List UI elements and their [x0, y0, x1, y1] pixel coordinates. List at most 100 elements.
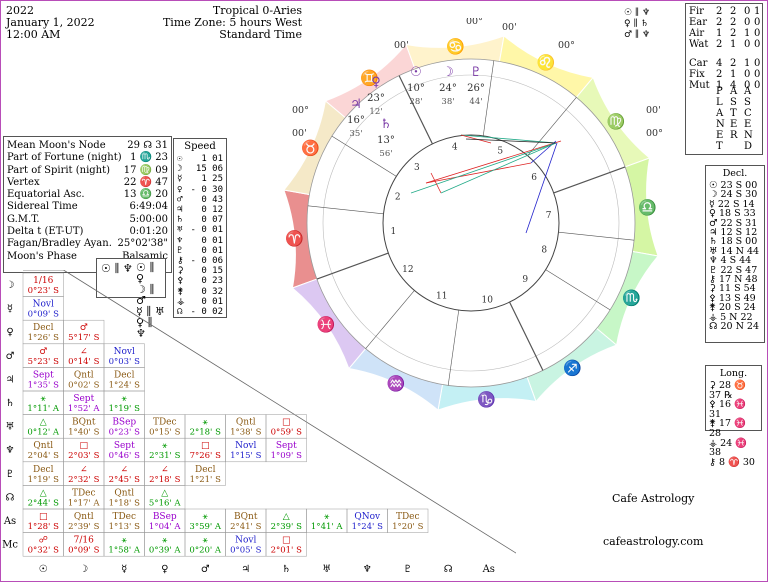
aspect-orb: 1°52' A — [68, 404, 101, 414]
grid-col-label: ♀ — [161, 564, 168, 575]
aspect-name: Novl — [235, 536, 256, 546]
house-number: 9 — [522, 275, 528, 285]
speed-row-value: 0 01 — [201, 245, 223, 256]
house-number: 5 — [497, 147, 503, 157]
element-count: 1 — [730, 69, 737, 80]
element-letter: N — [716, 119, 725, 130]
grid-diagonal — [23, 270, 516, 554]
aspect-orb: 0°46' S — [109, 451, 141, 461]
element-letter: T — [730, 108, 737, 119]
element-letter: L — [716, 97, 723, 108]
longitude-row: ⚶ 24 ♓ 38 — [709, 437, 748, 459]
grid-col-label: ☽ — [79, 564, 88, 575]
declinations-title: Decl. — [722, 168, 748, 179]
aspect-orb: 0°20' A — [189, 546, 222, 556]
cusp-degree: 00° — [292, 105, 309, 116]
aspect-name: 7/16 — [74, 536, 94, 546]
element-count: 0 — [754, 28, 761, 39]
aspect-orb: 0°12' A — [27, 428, 60, 438]
element-count: 0 — [744, 6, 751, 17]
longitude-row: ⚵ 17 ♓ 28 — [709, 418, 746, 439]
longitude-row: ⚷ 8 ♈ 30 — [709, 456, 755, 468]
aspect-orb: 0°15' S — [149, 428, 181, 438]
speed-row: ♂ 0 43 — [174, 195, 226, 205]
aspect-orb: 5°23' S — [28, 357, 60, 367]
aspect-orb: 3°59' A — [189, 522, 222, 532]
chart-point-value: 1 ♏ 23 — [130, 152, 168, 164]
aspect-name: ⚹ — [203, 418, 209, 428]
chart-point-value: 5:00:00 — [129, 213, 168, 225]
aspect-name: □ — [79, 441, 88, 451]
grid-row-label: ♃ — [6, 374, 15, 385]
aspect-name: Novl — [235, 441, 256, 451]
aspect-name: ⚹ — [203, 536, 209, 546]
speed-row-label: ☿ — [177, 174, 183, 185]
aspect-name: ⚹ — [41, 394, 47, 404]
element-letter: A — [744, 86, 752, 97]
chart-point-label: Part of Spirit (night) — [7, 164, 111, 176]
speed-row-value: 1 01 — [201, 154, 223, 164]
elements-grid: Fir 2 2 0 1 Ear 2 2 0 0 Air 1 2 1 0 Wat 2 1 0 0 Car 4 2 1 0 Fix 2 1… — [686, 4, 762, 154]
aspect-name: □ — [201, 441, 210, 451]
element-count: 2 — [730, 28, 737, 39]
element-label: Wat — [689, 39, 709, 50]
aspect-name: 1/16 — [33, 276, 53, 286]
aspect-orb: 0°09' S — [68, 546, 100, 556]
aspect-orb: 1°26' S — [28, 333, 60, 343]
speed-row-value: - 0 06 — [190, 256, 223, 267]
aspect-grid: ☽☿♀♂♃♄♅♆♇☊AsMc☉ ☽ ☿ ♀ ♂ ♃ ♄ ♅ ♆ ♇ ☊ As1/160°23' SNo… — [2, 270, 516, 575]
chart-point-label: Delta t (ET-UT) — [7, 226, 84, 238]
element-count: 1 — [716, 28, 723, 39]
aspect-name: △ — [40, 488, 47, 498]
element-count: 2 — [716, 6, 723, 17]
aspect-orb: 1°11' A — [27, 404, 60, 414]
aspect-name: ⚹ — [324, 512, 330, 522]
aspect-name: Sept — [73, 394, 94, 404]
element-letter: D — [744, 141, 753, 152]
grid-row-label: Mc — [2, 540, 18, 551]
element-label: Ear — [689, 17, 708, 28]
speed-row-value: 0 43 — [201, 194, 223, 205]
aspect-name: Qntl — [74, 512, 94, 522]
speed-row: ☽ 15 06 — [174, 164, 226, 174]
aspect-orb: 1°04' A — [149, 522, 182, 532]
aspect-name: Decl — [33, 465, 54, 475]
credit-site[interactable]: cafeastrology.com — [603, 535, 703, 548]
aspect-orb: 1°24' S — [109, 380, 141, 390]
chart-point: G.M.T. 5:00:00 — [4, 214, 171, 226]
element-count: 1 — [754, 6, 761, 17]
planet-minute: 44' — [469, 97, 482, 107]
grid-col-label: ♆ — [363, 564, 372, 575]
declinations-list: ☉ 23 S 00 ☽ 24 S 30 ☿ 22 S 14 ♀ 18 S 33 ♂ 22… — [706, 181, 764, 332]
aspect-name: Decl — [33, 323, 54, 333]
element-count: 0 — [754, 80, 761, 91]
element-letter: T — [716, 141, 723, 152]
grid-row-label: ♅ — [6, 422, 15, 433]
aspect-name: BSep — [112, 418, 136, 428]
speed-row-value: 15 06 — [195, 164, 223, 175]
aspect-orb: 2°32' S — [68, 475, 100, 485]
aspect-name: BQnt — [234, 512, 258, 522]
speed-title: Speed — [184, 141, 216, 152]
aspect-name: Novl — [33, 300, 54, 310]
zodiac-sign-glyph: ♌ — [536, 54, 555, 72]
aspect-name: BQnt — [72, 418, 96, 428]
element-count: 0 — [754, 69, 761, 80]
planet-degree: 16° — [347, 115, 365, 126]
speed-row-label: ♅ — [177, 225, 183, 236]
declinations-box: Decl. ☉ 23 S 00 ☽ 24 S 30 ☿ 22 S 14 ♀ 18 S … — [705, 165, 765, 343]
speed-row-label: ♀ — [177, 184, 183, 195]
chart-point: Part of Fortune (night) 1 ♏ 23 — [4, 152, 171, 164]
aspect-orb: 2°18' S — [190, 428, 222, 438]
aspect-name: △ — [40, 418, 47, 428]
aspect-orb: 2°18' S — [149, 475, 181, 485]
speed-row-label: ♃ — [177, 205, 183, 216]
element-count: 0 — [744, 69, 751, 80]
chart-point-value: 22 ♈ 47 — [123, 176, 168, 188]
cusp-degree: 00° — [558, 40, 575, 51]
aspect-name: △ — [283, 512, 290, 522]
planet-degree: 23° — [367, 93, 385, 104]
chart-time: 12:00 AM — [6, 28, 61, 41]
element-count: 2 — [730, 6, 737, 17]
house-number: 6 — [531, 173, 537, 183]
